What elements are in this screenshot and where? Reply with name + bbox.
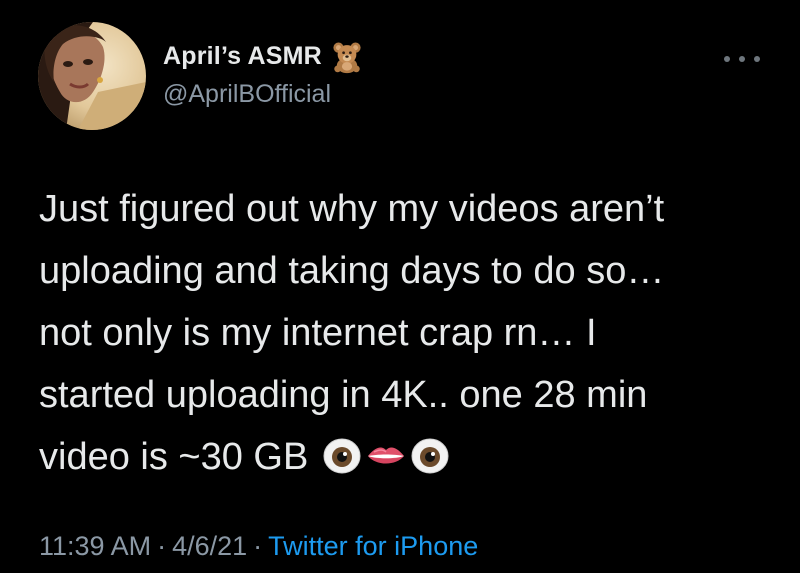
dot-icon <box>739 56 745 62</box>
tweet-text-line: started uploading in 4K.. one 28 min <box>39 374 648 416</box>
tweet-date[interactable]: 4/6/21 <box>172 531 247 561</box>
eye-icon <box>410 436 450 476</box>
tweet-card: April’s ASMR @AprilBOfficial Just figure… <box>0 0 800 573</box>
tweet-text-line: not only is my internet crap rn… I <box>39 312 597 354</box>
author-name-row[interactable]: April’s ASMR <box>163 34 364 78</box>
teddy-bear-icon <box>330 40 364 74</box>
eye-icon <box>322 436 362 476</box>
avatar[interactable] <box>38 22 146 130</box>
more-options-button[interactable] <box>724 50 760 68</box>
meta-separator: · <box>253 531 263 561</box>
meta-separator: · <box>157 531 167 561</box>
lips-icon <box>366 436 406 476</box>
tweet-metadata: 11:39 AM · 4/6/21 · Twitter for iPhone <box>39 531 478 562</box>
tweet-text-line: Just figured out why my videos aren’t <box>39 188 665 230</box>
dot-icon <box>724 56 730 62</box>
tweet-time[interactable]: 11:39 AM <box>39 531 151 561</box>
author-handle[interactable]: @AprilBOfficial <box>163 80 331 109</box>
display-name[interactable]: April’s ASMR <box>163 42 322 71</box>
tweet-text-last-line: video is ~30 GB <box>39 426 779 488</box>
tweet-text-line: uploading and taking days to do so… <box>39 250 665 292</box>
tweet-text-line: video is ~30 GB <box>39 436 309 478</box>
dot-icon <box>754 56 760 62</box>
tweet-source-link[interactable]: Twitter for iPhone <box>268 531 478 561</box>
tweet-text: Just figured out why my videos aren’t up… <box>39 178 779 488</box>
profile-photo <box>38 22 146 130</box>
